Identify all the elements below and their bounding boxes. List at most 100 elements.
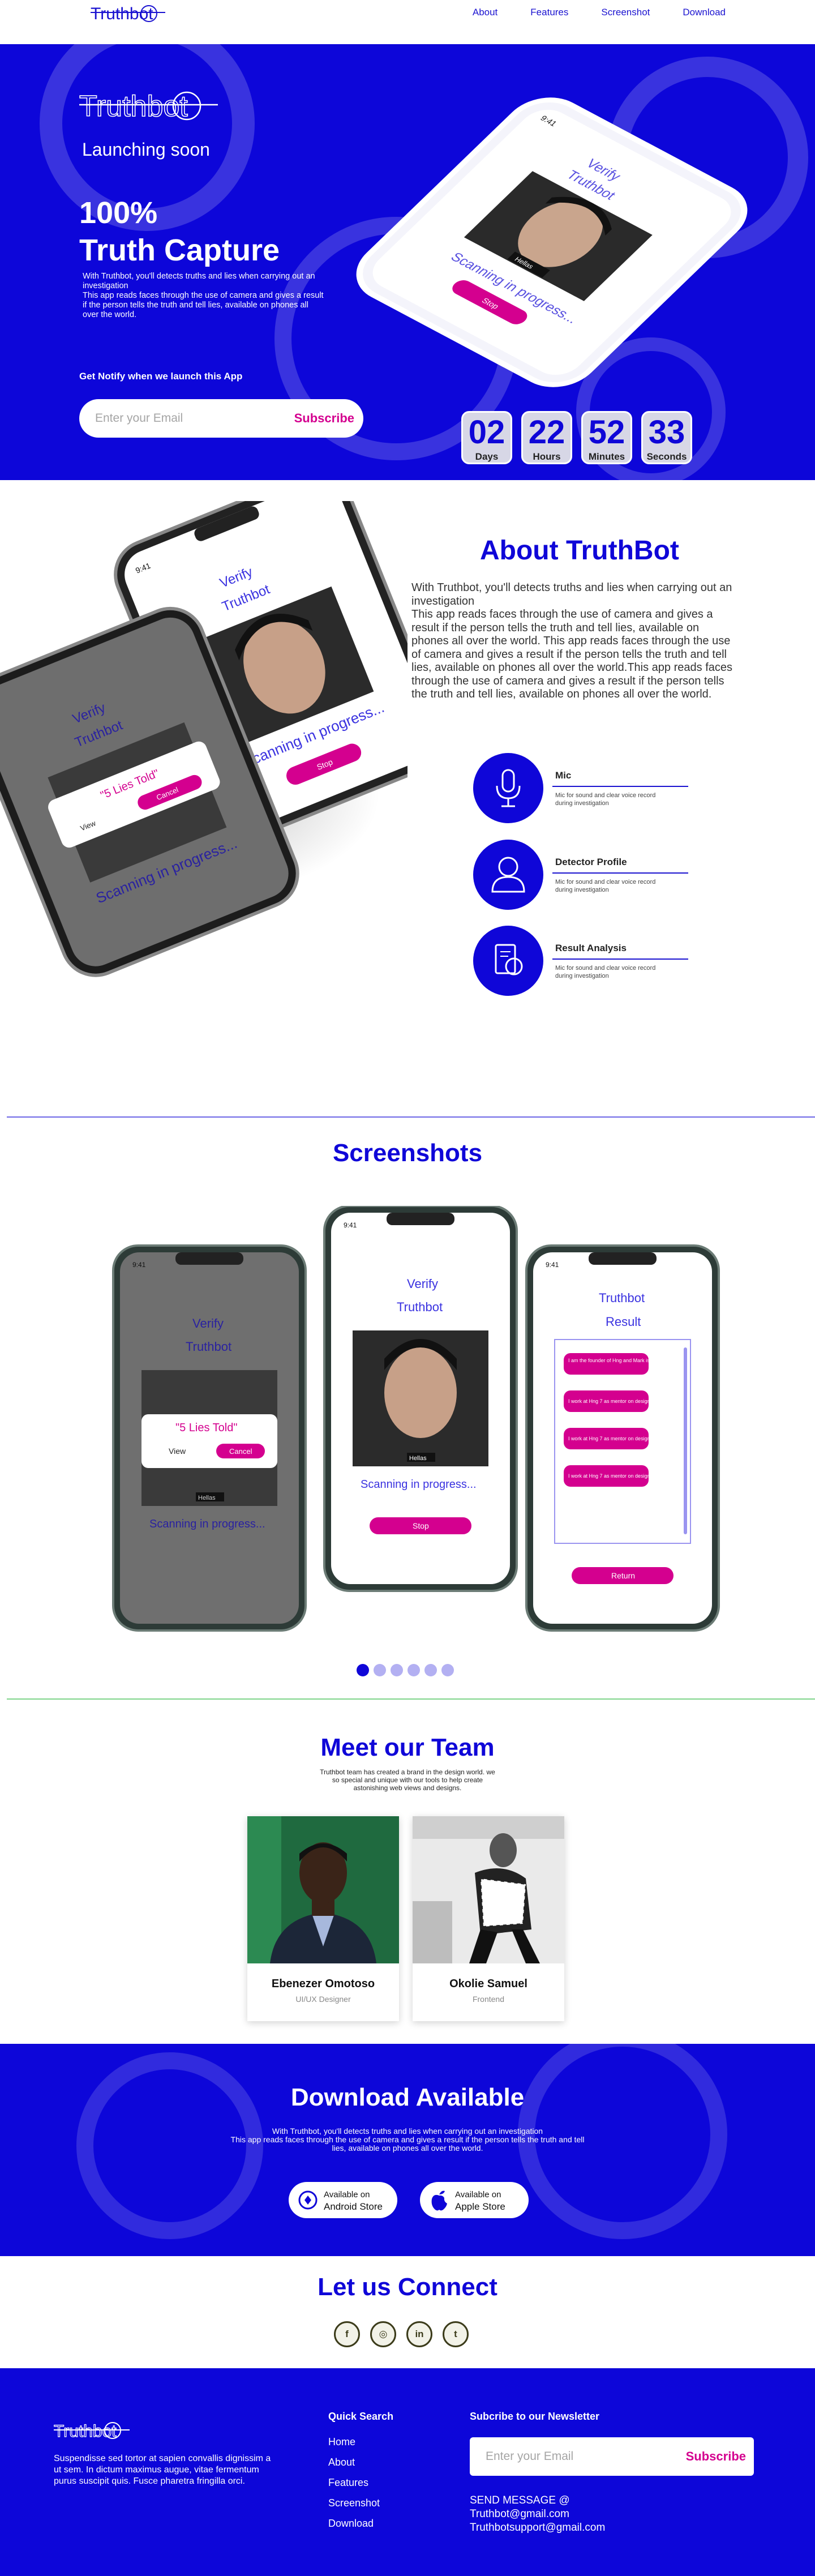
mic-icon — [473, 753, 543, 823]
send-message-label: SEND MESSAGE @ — [470, 2494, 570, 2506]
shot-left-view: View — [169, 1447, 186, 1456]
shot-left-cancel: Cancel — [229, 1447, 252, 1456]
contact-email-2[interactable]: Truthbotsupport@gmail.com — [470, 2521, 605, 2535]
shot-right-msg-1: I am the founder of Hng and Mark is my m… — [568, 1358, 679, 1363]
newsletter-form: Enter your Email Subscribe — [470, 2437, 754, 2476]
about-text: With Truthbot, you'll detects truths and… — [411, 581, 732, 700]
android-store-button[interactable]: Available on Android Store — [289, 2182, 397, 2218]
screenshots-carousel[interactable]: 9:41 Verify Truthbot "5 Lies Told" View … — [110, 1206, 722, 1642]
download-section: Download Available With Truthbot, you'll… — [0, 2044, 815, 2256]
download-desc: With Truthbot, you'll detects truths and… — [230, 2126, 585, 2153]
footer-link-download[interactable]: Download — [328, 2513, 380, 2534]
shot-right-brand: Truthbot — [599, 1291, 645, 1305]
footer-link-about[interactable]: About — [328, 2452, 380, 2472]
countdown-label: Minutes — [588, 451, 625, 462]
feature-divider — [552, 786, 688, 787]
team-card-okolie: Okolie Samuel Frontend — [413, 1816, 564, 2021]
countdown-label: Days — [475, 451, 499, 462]
shot-left-tag: Hellas — [198, 1495, 216, 1501]
shot-left-time: 9:41 — [132, 1261, 146, 1269]
shot-center-brand: Truthbot — [397, 1300, 443, 1314]
pager-dot[interactable] — [408, 1664, 420, 1676]
hero-headline-1: 100% — [79, 196, 158, 230]
nav-link-download[interactable]: Download — [683, 7, 726, 18]
android-icon — [298, 2190, 318, 2210]
pager-dot[interactable] — [391, 1664, 403, 1676]
member-name: Okolie Samuel — [449, 1978, 527, 1990]
social-links: f ◎ in t — [334, 2321, 469, 2347]
feature-divider — [552, 872, 688, 874]
hero-logo: Truthbot — [79, 89, 218, 123]
feature-title: Detector Profile — [555, 857, 627, 867]
footer-link-home[interactable]: Home — [328, 2432, 380, 2452]
newsletter-subscribe-button[interactable]: Subscribe — [686, 2449, 746, 2464]
nav-link-about[interactable]: About — [473, 7, 497, 18]
section-divider — [7, 1698, 815, 1700]
footer-link-features[interactable]: Features — [328, 2472, 380, 2493]
footer-link-screenshot[interactable]: Screenshot — [328, 2493, 380, 2513]
contact-email-1[interactable]: Truthbot@gmail.com — [470, 2507, 605, 2521]
profile-icon — [473, 840, 543, 910]
team-card-ebenezer: Ebenezer Omotoso UI/UX Designer — [247, 1816, 399, 2021]
shot-center-tag: Hellas — [409, 1455, 427, 1462]
footer-logo: Truthbot — [54, 2421, 130, 2441]
facebook-icon[interactable]: f — [334, 2321, 360, 2347]
shot-center-verify: Verify — [407, 1277, 438, 1291]
feature-desc: Mic for sound and clear voice record dur… — [555, 879, 656, 893]
analysis-icon — [473, 926, 543, 996]
shot-right-msg-3: I work at Hng 7 as mentor on design — [568, 1436, 650, 1441]
feature-mic: Mic Mic for sound and clear voice record… — [473, 753, 688, 827]
hero-brand-text: Truthbot — [79, 90, 188, 123]
newsletter-title: Subcribe to our Newsletter — [470, 2411, 600, 2422]
footer: Truthbot Suspendisse sed tortor at sapie… — [0, 2368, 815, 2576]
shot-right-result: Result — [606, 1315, 641, 1329]
hero-email-input[interactable]: Enter your Email — [95, 412, 183, 425]
about-phones-mockup: 9:41 Verify Truthbot Scanning in progres… — [0, 501, 408, 977]
hero-phone-mockup: 9:41 Verify Truthbot Hellas Scanning in … — [356, 97, 748, 387]
hero-headline: 100% Truth Capture — [79, 194, 280, 269]
shot-right-time: 9:41 — [546, 1261, 559, 1269]
shot-left-lies: "5 Lies Told" — [175, 1422, 237, 1434]
newsletter-email-input[interactable]: Enter your Email — [486, 2450, 573, 2463]
feature-title: Mic — [555, 770, 572, 781]
connect-title: Let us Connect — [318, 2273, 497, 2301]
carousel-pager — [357, 1664, 454, 1676]
store-line1: Available on — [455, 2190, 501, 2200]
nav-link-features[interactable]: Features — [530, 7, 568, 18]
pager-dot[interactable] — [357, 1664, 369, 1676]
shot-left-scanning: Scanning in progress... — [149, 1518, 265, 1530]
pager-dot[interactable] — [441, 1664, 454, 1676]
hero-section: Truthbot Launching soon 100% Truth Captu… — [0, 44, 815, 480]
feature-desc: Mic for sound and clear voice record dur… — [555, 792, 656, 807]
notify-label: Get Notify when we launch this App — [79, 371, 243, 382]
shot-left-verify: Verify — [192, 1316, 224, 1330]
footer-about: Suspendisse sed tortor at sapien convall… — [54, 2454, 271, 2486]
brand-logo[interactable]: Truthbot — [91, 2, 167, 25]
feature-desc: Mic for sound and clear voice record dur… — [555, 965, 656, 979]
store-line2: Apple Store — [455, 2201, 505, 2212]
avatar — [247, 1816, 399, 1963]
apple-icon — [431, 2190, 447, 2211]
screenshots-title: Screenshots — [332, 1139, 483, 1167]
avatar — [413, 1816, 564, 1963]
twitter-icon[interactable]: t — [443, 2321, 469, 2347]
shot-center-scanning: Scanning in progress... — [361, 1478, 477, 1491]
top-nav: Truthbot About Features Screenshot Downl… — [0, 0, 815, 44]
pager-dot[interactable] — [424, 1664, 437, 1676]
hero-description: With Truthbot, you'll detects truths and… — [83, 272, 324, 319]
shot-right-return: Return — [611, 1571, 635, 1580]
team-title: Meet our Team — [320, 1734, 495, 1761]
member-name: Ebenezer Omotoso — [271, 1978, 375, 1990]
contact-block: SEND MESSAGE @ Truthbot@gmail.com Truthb… — [470, 2494, 605, 2535]
nav-link-screenshot[interactable]: Screenshot — [601, 7, 650, 18]
apple-store-button[interactable]: Available on Apple Store — [420, 2182, 529, 2218]
footer-links: Home About Features Screenshot Download — [328, 2432, 380, 2534]
shot-center-time: 9:41 — [344, 1221, 357, 1229]
section-divider — [7, 1116, 815, 1118]
launch-text: Launching soon — [82, 139, 210, 160]
feature-detector-profile: Detector Profile Mic for sound and clear… — [473, 840, 688, 913]
shot-right-msg-4: I work at Hng 7 as mentor on design — [568, 1473, 650, 1479]
instagram-icon[interactable]: ◎ — [370, 2321, 396, 2347]
pager-dot[interactable] — [374, 1664, 386, 1676]
linkedin-icon[interactable]: in — [406, 2321, 432, 2347]
